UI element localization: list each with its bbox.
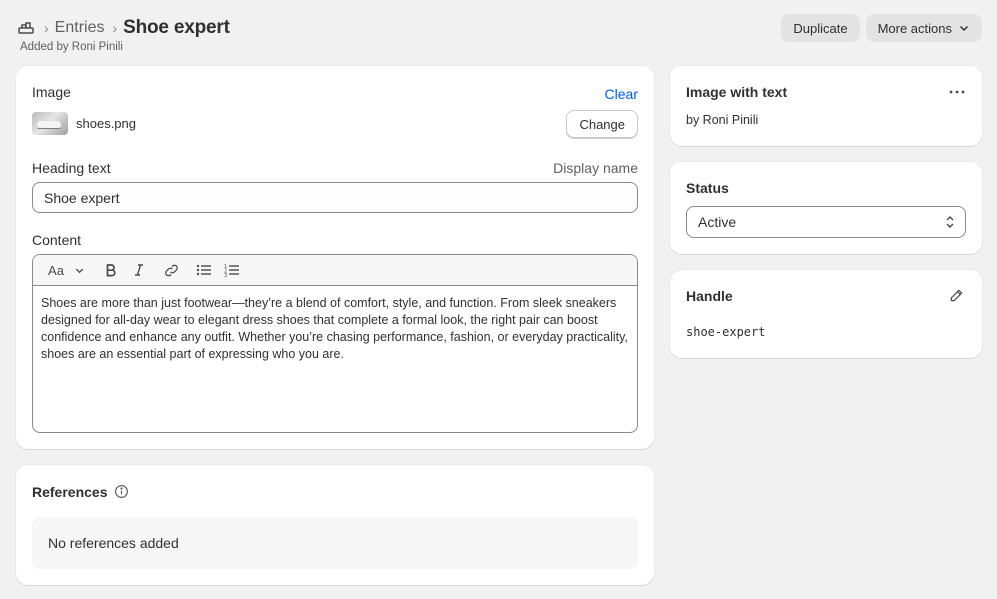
change-image-label: Change [579,116,625,132]
references-card: References No references added [16,465,654,585]
chevron-down-icon[interactable] [69,260,89,280]
heading-text-value: Shoe expert [44,189,120,206]
status-title: Status [686,180,729,196]
more-actions-label: More actions [877,20,952,36]
editor-toolbar: Aa 123 [33,255,637,286]
font-style-icon[interactable]: Aa [45,260,67,280]
breadcrumb-chevron-icon: › [112,20,118,36]
heading-text-input[interactable]: Shoe expert [32,182,638,213]
link-icon[interactable] [161,260,181,280]
clear-image-link[interactable]: Clear [605,86,638,102]
handle-title: Handle [686,288,733,304]
content-field-label: Content [32,232,82,248]
page-title: Shoe expert [123,17,230,38]
image-file-name: shoes.png [76,116,136,131]
handle-value: shoe-expert [686,325,766,339]
info-icon[interactable] [114,484,129,502]
status-selected-value: Active [698,214,737,230]
metaobject-icon[interactable] [16,18,36,38]
page-header: › Entries › Shoe expert Added by Roni Pi… [16,14,982,58]
chevron-down-icon [959,25,969,32]
change-image-button[interactable]: Change [566,110,638,138]
entry-fields-card: Image Clear shoes.png Change Heading tex… [16,66,654,449]
definition-title[interactable]: Image with text [686,84,787,100]
handle-card: Handle shoe-expert [670,270,982,358]
breadcrumb-entries-link[interactable]: Entries [55,19,105,37]
references-empty-text: No references added [48,535,179,551]
references-title: References [32,484,108,500]
page-subtitle: Added by Roni Pinili [20,41,123,53]
bulleted-list-icon[interactable] [194,260,214,280]
references-empty-state: No references added [32,517,638,569]
svg-text:3: 3 [224,273,227,277]
status-card: Status Active [670,162,982,254]
image-thumbnail [32,112,68,135]
more-actions-button[interactable]: More actions [865,14,982,42]
content-text-area[interactable]: Shoes are more than just footwear—they’r… [33,286,637,372]
rich-text-editor: Aa 123 Shoes are more than just footwear… [32,254,638,433]
select-chevron-icon [945,215,955,232]
italic-icon[interactable] [129,260,149,280]
edit-pencil-icon[interactable] [949,288,964,306]
image-field-label: Image [32,84,71,100]
numbered-list-icon[interactable]: 123 [222,260,242,280]
breadcrumb-chevron-icon: › [44,20,49,36]
header-actions: Duplicate More actions [781,14,982,42]
status-select[interactable]: Active [686,206,966,238]
breadcrumb: › Entries › Shoe expert [16,16,230,40]
display-name-label: Display name [553,160,638,176]
heading-field-label: Heading text [32,160,111,176]
bold-icon[interactable] [101,260,121,280]
more-options-icon[interactable] [948,84,966,103]
definition-author: by Roni Pinili [686,113,759,127]
duplicate-button-label: Duplicate [793,20,848,36]
duplicate-button[interactable]: Duplicate [781,14,860,42]
definition-card: Image with text by Roni Pinili [670,66,982,146]
